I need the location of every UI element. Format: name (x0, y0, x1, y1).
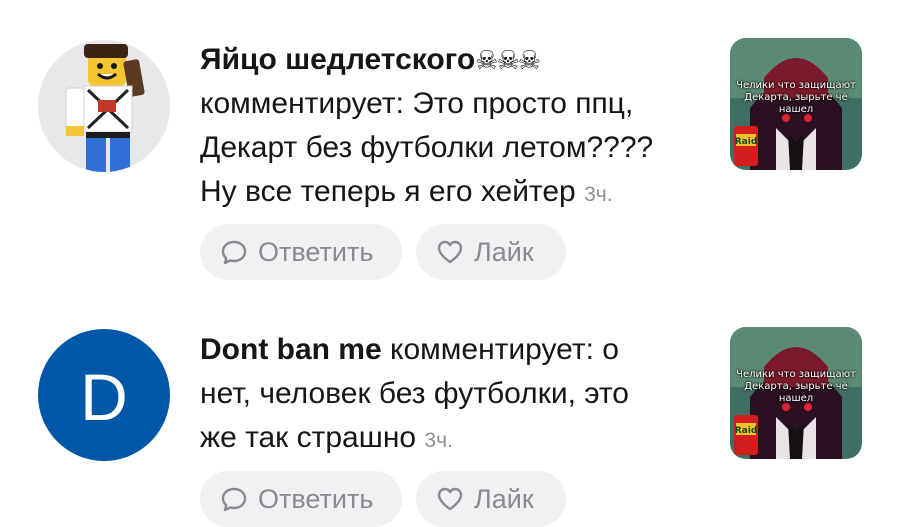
comment-text: Dont ban me комментирует: о нет, человек… (200, 328, 710, 463)
speech-bubble-icon (221, 240, 247, 265)
heart-icon (437, 240, 463, 264)
attachment-thumbnail[interactable]: Raid Челики что защищают Декарта, зырьте… (730, 38, 862, 170)
comment-line: Декарт без футболки летом???? (200, 131, 654, 164)
thumbnail-caption: Челики что защищают Декарта, зырьте чё н… (736, 369, 856, 404)
comment-timestamp: 3ч. (584, 183, 613, 206)
comment-actions: Ответить Лайк (200, 224, 566, 280)
skull-emoji-icon: ☠☠☠ (475, 45, 541, 75)
comment-timestamp: 3ч. (424, 429, 453, 452)
reply-button[interactable]: Ответить (200, 471, 402, 527)
speech-bubble-icon (221, 487, 247, 512)
comment-item: D Dont ban me комментирует: о нет, челов… (0, 300, 900, 527)
reply-label: Ответить (258, 236, 374, 267)
like-button[interactable]: Лайк (416, 224, 566, 280)
comment-line: же так страшно (200, 421, 417, 454)
comment-line: комментирует: о (381, 333, 619, 366)
like-label: Лайк (474, 236, 534, 267)
thumbnail-caption: Челики что защищают Декарта, зырьте чё н… (736, 80, 856, 115)
comment-author[interactable]: Яйцо шедлетского (200, 43, 475, 76)
comment-line: нет, человек без футболки, это (200, 377, 629, 410)
comment-line: Ну все теперь я его хейтер (200, 175, 576, 208)
heart-icon (437, 487, 463, 511)
avatar[interactable]: D (38, 329, 170, 461)
comment-line: комментирует: Это просто ппц, (200, 87, 634, 120)
like-label: Лайк (474, 483, 534, 514)
like-button[interactable]: Лайк (416, 471, 566, 527)
reply-label: Ответить (258, 483, 374, 514)
roblox-avatar-icon (38, 40, 170, 172)
avatar-letter: D (80, 360, 128, 434)
comment-text: Яйцо шедлетского☠☠☠ комментирует: Это пр… (200, 38, 710, 217)
raid-logo-text: Raid (735, 137, 758, 147)
attachment-thumbnail[interactable]: Raid Челики что защищают Декарта, зырьте… (730, 327, 862, 459)
avatar[interactable] (38, 40, 170, 172)
raid-logo-text: Raid (735, 426, 758, 436)
reply-button[interactable]: Ответить (200, 224, 402, 280)
comment-actions: Ответить Лайк (200, 471, 566, 527)
comment-author[interactable]: Dont ban me (200, 333, 382, 366)
comment-item: Яйцо шедлетского☠☠☠ комментирует: Это пр… (0, 0, 900, 300)
